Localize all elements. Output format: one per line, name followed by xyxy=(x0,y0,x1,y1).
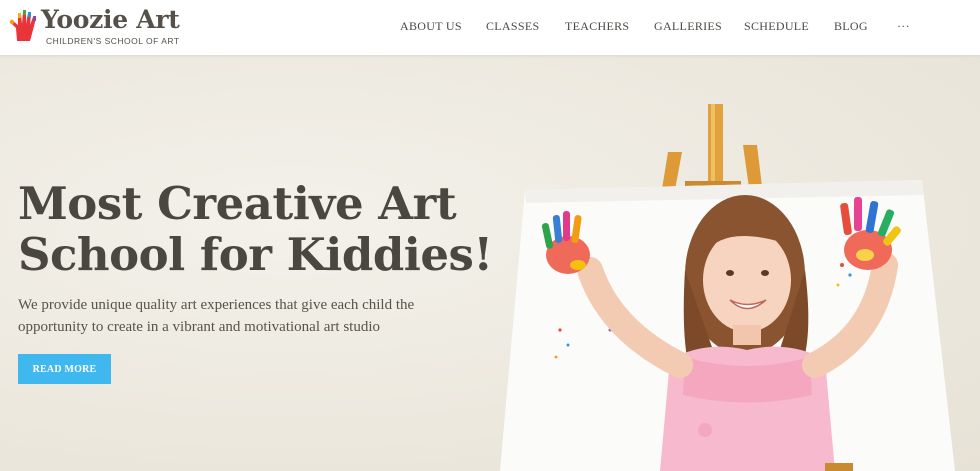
read-more-button[interactable]: READ MORE xyxy=(18,354,111,384)
nav-about-us[interactable]: ABOUT US xyxy=(400,19,462,34)
nav-classes[interactable]: CLASSES xyxy=(486,19,539,34)
hero-title: Most Creative Art School for Kiddies! xyxy=(18,178,498,280)
hero-image-girl-at-easel xyxy=(500,104,955,471)
nav-blog[interactable]: BLOG xyxy=(834,19,868,34)
hero-section: Most Creative Art School for Kiddies! We… xyxy=(0,55,980,471)
site-header: Yoozie Art CHILDREN'S SCHOOL OF ART ABOU… xyxy=(0,0,980,55)
nav-galleries[interactable]: GALLERIES xyxy=(654,19,722,34)
main-nav: ABOUT US CLASSES TEACHERS GALLERIES SCHE… xyxy=(0,0,980,55)
nav-more-button[interactable]: ··· xyxy=(897,19,910,34)
nav-teachers[interactable]: TEACHERS xyxy=(565,19,629,34)
nav-schedule[interactable]: SCHEDULE xyxy=(744,19,809,34)
hero-title-line-2: School for Kiddies! xyxy=(18,228,493,281)
hero-description: We provide unique quality art experience… xyxy=(18,297,415,335)
hero-title-line-1: Most Creative Art xyxy=(18,177,457,230)
